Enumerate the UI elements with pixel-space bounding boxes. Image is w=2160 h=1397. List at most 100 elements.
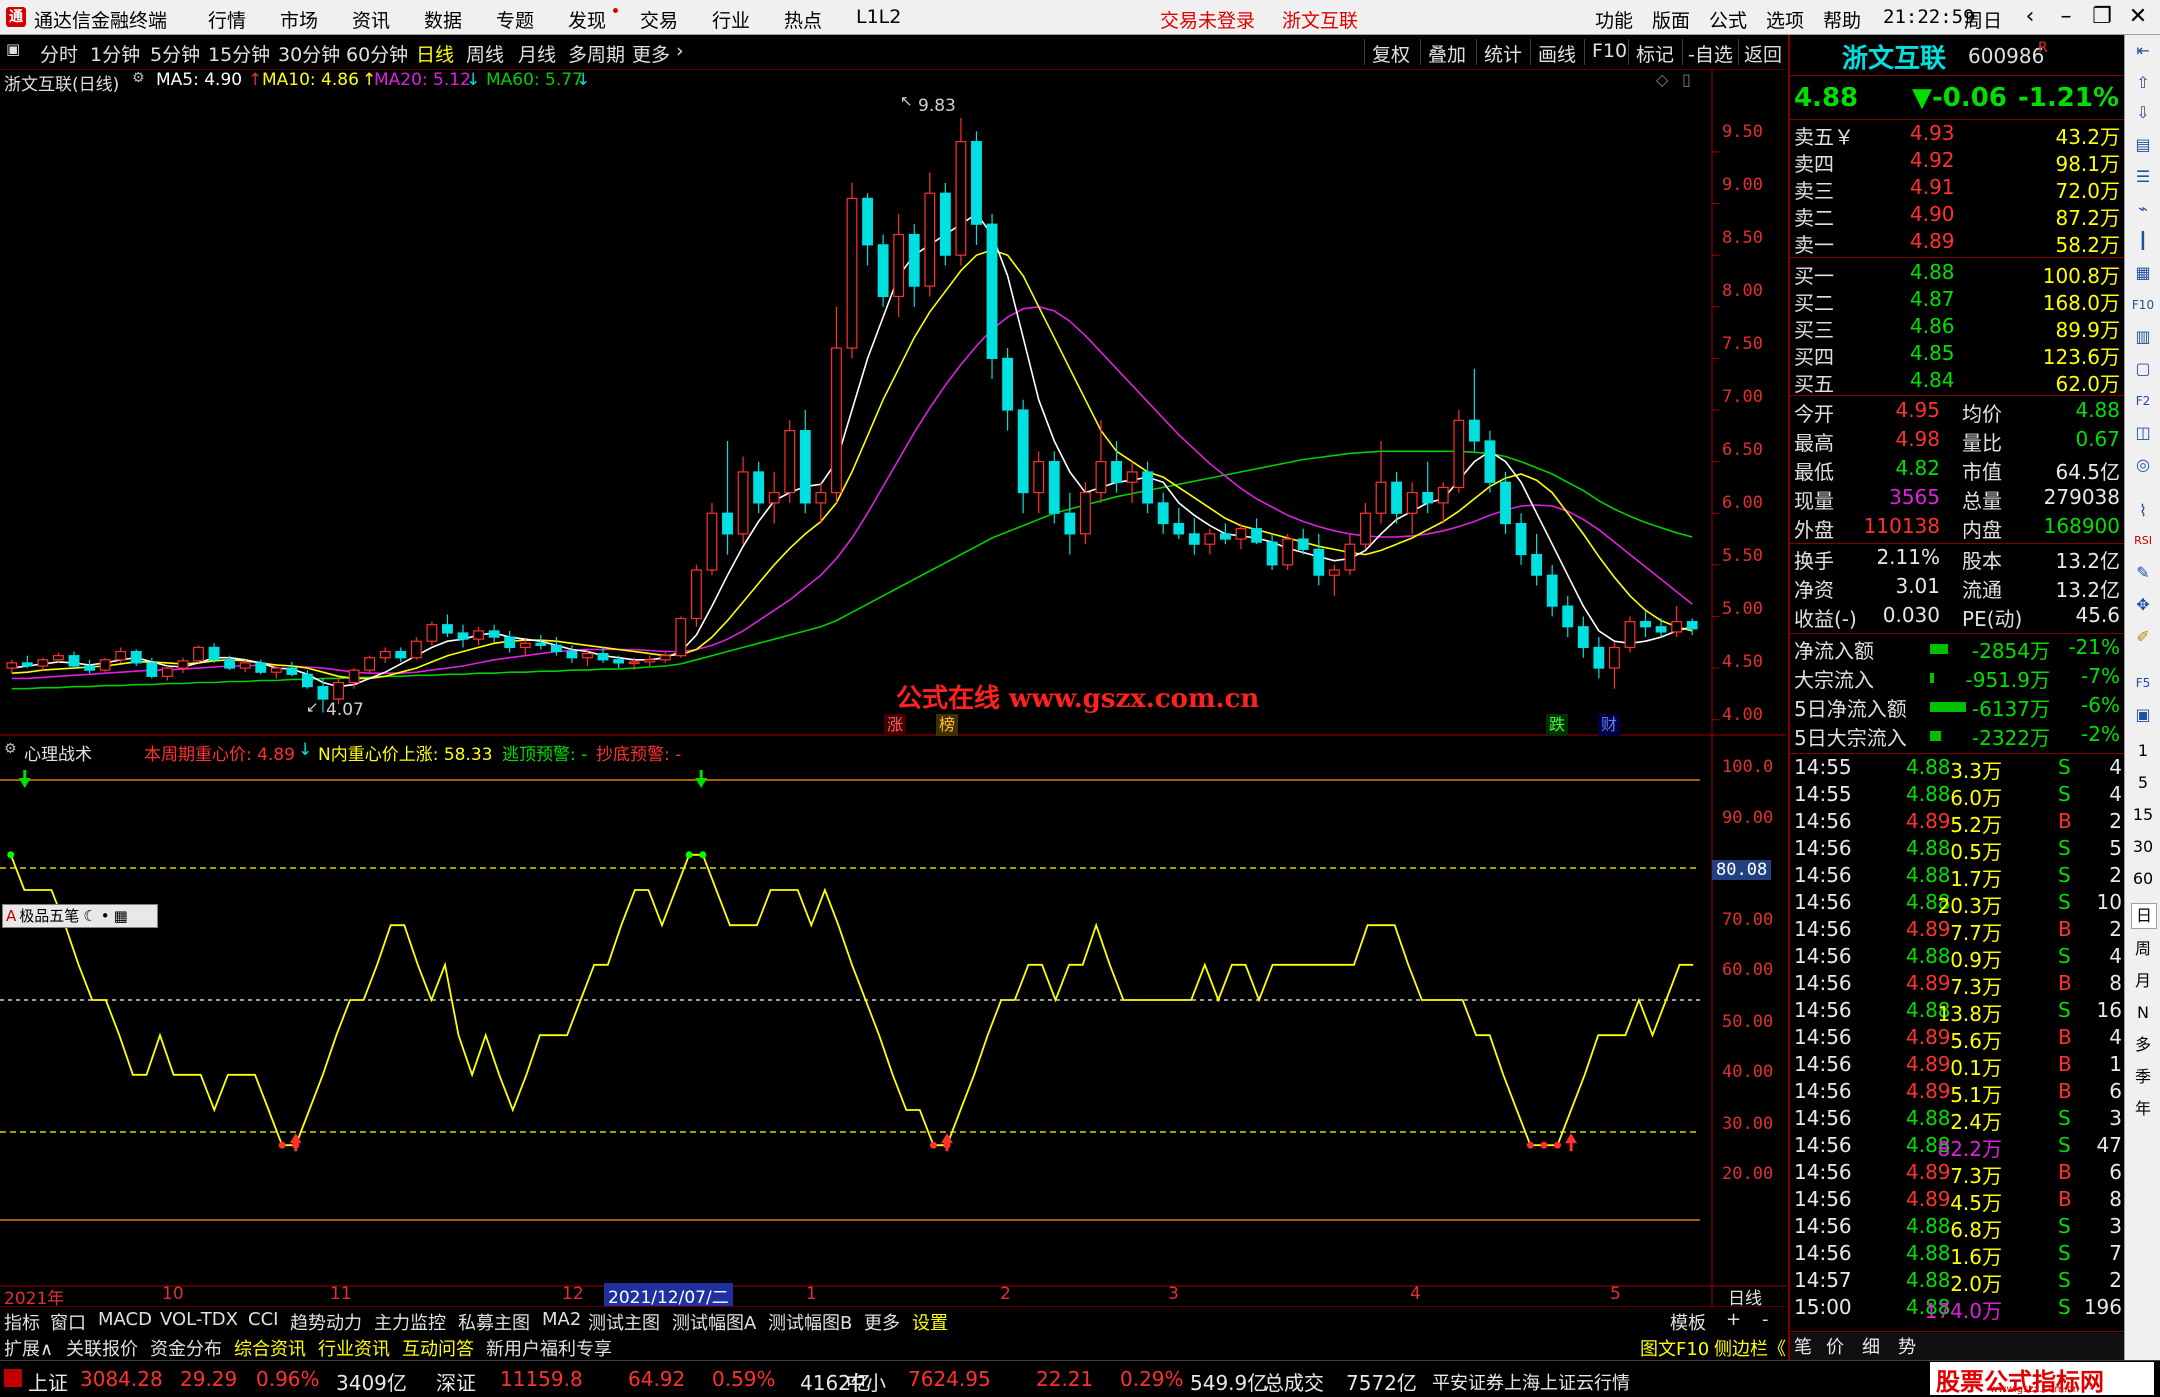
tool-fanhui[interactable]: 返回 [1744,40,1782,67]
period-fenshi[interactable]: 分时 [40,40,78,67]
sidebar-square-icon[interactable]: ◫ [2131,421,2155,445]
period-monthly[interactable]: 月线 [518,40,556,67]
menu-l1l2[interactable]: L1L2 [856,6,901,28]
tab-moban[interactable]: 模板 [1670,1309,1706,1335]
window-menu-icon[interactable]: ▣ [6,40,20,58]
tool-huaxian[interactable]: 画线 [1538,40,1576,67]
period-more[interactable]: 更多 [632,40,670,67]
sidebar-f2-icon[interactable]: F2 [2131,389,2155,413]
diamond-icon[interactable]: ◇ [1656,70,1668,89]
period-15min[interactable]: 15分钟 [208,40,270,67]
menu-xuanxiang[interactable]: 选项 [1766,6,1804,33]
login-status[interactable]: 交易未登录 [1160,6,1255,33]
tab-shezhi[interactable]: 设置 [912,1309,948,1335]
sidebar-rsi-icon[interactable]: RSI [2131,529,2155,553]
tab-ceshizhutu[interactable]: 测试主图 [588,1309,660,1335]
sidebar-collapse-icon[interactable]: ⇤ [2131,39,2155,63]
restore-icon[interactable]: ❐ [2084,2,2120,32]
event-tag-cai[interactable]: 财 [1598,714,1620,736]
period-daily[interactable]: 日线 [416,40,454,67]
sidebar-period-30[interactable]: 30 [2131,835,2155,859]
menu-jiaoyi[interactable]: 交易 [640,6,678,33]
tab-guanlianbaojia[interactable]: 关联报价 [66,1335,138,1361]
chevron-right-icon[interactable]: › [676,40,684,62]
tab-xinyonghu[interactable]: 新用户福利专享 [486,1335,612,1361]
menu-gongneng[interactable]: 功能 [1595,6,1633,33]
sidebar-window-icon[interactable]: ▣ [2131,703,2155,727]
tab-qushidongli[interactable]: 趋势动力 [290,1309,362,1335]
sidebar-period-n[interactable]: N [2131,1001,2155,1025]
tab-zhibiao[interactable]: 指标 [4,1309,40,1335]
sidebar-kline-icon[interactable]: ┃ [2131,229,2155,253]
event-tag-die[interactable]: 跌 [1546,714,1568,736]
panel-icon[interactable]: ▯ [1682,70,1691,89]
tool-fuquan[interactable]: 复权 [1372,40,1410,67]
tab-chuangkou[interactable]: 窗口 [50,1309,86,1335]
tab-zhulijiankong[interactable]: 主力监控 [374,1309,446,1335]
tool-f10[interactable]: F10 [1592,40,1627,62]
event-tag-zhang[interactable]: 涨 [884,714,906,736]
menu-redian[interactable]: 热点 [784,6,822,33]
menu-zixun[interactable]: 资讯 [352,6,390,33]
tab-hudongwenda[interactable]: 互动问答 [402,1335,474,1361]
tab-remove-button[interactable]: - [1762,1309,1769,1330]
sidebar-doc-icon[interactable]: ▢ [2131,357,2155,381]
sidebar-period-multi[interactable]: 多 [2131,1033,2155,1057]
tab-cebianlan[interactable]: 侧边栏《 [1714,1335,1786,1361]
tab-ma2[interactable]: MA2 [542,1309,581,1330]
menu-hangqing[interactable]: 行情 [208,6,246,33]
period-multi[interactable]: 多周期 [568,40,625,67]
tool-diejia[interactable]: 叠加 [1428,40,1466,67]
period-5min[interactable]: 5分钟 [150,40,200,67]
period-30min[interactable]: 30分钟 [278,40,340,67]
sidebar-indicator-icon[interactable]: ⌇ [2131,499,2155,523]
tab-cci[interactable]: CCI [248,1309,278,1330]
ime-toolbox[interactable]: A 极品五笔 ☾ • ▦ [2,904,158,928]
settings-icon[interactable]: ⚙ [132,70,145,86]
sidebar-grid-icon[interactable]: ▥ [2131,325,2155,349]
sidebar-period-day[interactable]: 日 [2131,903,2157,929]
tab-hangyezixun[interactable]: 行业资讯 [318,1335,390,1361]
sidebar-period-month[interactable]: 月 [2131,969,2155,993]
ime-dot-icon[interactable]: • [97,907,110,925]
period-weekly[interactable]: 周线 [466,40,504,67]
sidebar-period-season[interactable]: 季 [2131,1065,2155,1089]
sidebar-pen-icon[interactable]: ✐ [2131,625,2155,649]
sidebar-period-1[interactable]: 1 [2131,739,2155,763]
panel-tab-xi[interactable]: 细 [1862,1333,1880,1359]
sidebar-chart-icon[interactable]: ⌁ [2131,197,2155,221]
tab-simuzhutu[interactable]: 私募主图 [458,1309,530,1335]
sidebar-down-icon[interactable]: ⇩ [2131,101,2155,125]
menu-faxian[interactable]: 发现 [568,6,606,33]
tab-macd[interactable]: MACD [98,1309,152,1330]
sidebar-f5-icon[interactable]: F5 [2131,671,2155,695]
menu-gongshi[interactable]: 公式 [1709,6,1747,33]
tab-zijinfenbu[interactable]: 资金分布 [150,1335,222,1361]
tab-kuozhan[interactable]: 扩展∧ [4,1335,53,1361]
tab-add-button[interactable]: + [1726,1309,1741,1330]
indicator-settings-icon[interactable]: ⚙ [4,741,17,757]
tab-tuwen-f10[interactable]: 图文F10 [1640,1335,1709,1361]
sidebar-period-60[interactable]: 60 [2131,867,2155,891]
ime-moon-icon[interactable]: ☾ [79,907,96,925]
menu-shuju[interactable]: 数据 [424,6,462,33]
sidebar-up-icon[interactable]: ⇧ [2131,71,2155,95]
sidebar-circle-icon[interactable]: ◎ [2131,453,2155,477]
period-1min[interactable]: 1分钟 [90,40,140,67]
panel-tab-shi[interactable]: 势 [1898,1333,1916,1359]
sidebar-f10-icon[interactable]: F10 [2131,293,2155,317]
period-60min[interactable]: 60分钟 [346,40,408,67]
event-tag-bang[interactable]: 榜 [936,714,958,736]
sidebar-list-icon[interactable]: ☰ [2131,165,2155,189]
sidebar-period-week[interactable]: 周 [2131,937,2155,961]
sidebar-move-icon[interactable]: ✥ [2131,593,2155,617]
tab-vol-tdx[interactable]: VOL-TDX [160,1309,238,1330]
sidebar-table-icon[interactable]: ▦ [2131,261,2155,285]
tool-biaoji[interactable]: 标记 [1636,40,1674,67]
sidebar-period-15[interactable]: 15 [2131,803,2155,827]
kline-chart-area[interactable] [0,70,1786,1306]
panel-tab-jia[interactable]: 价 [1826,1333,1844,1359]
ime-keyboard-icon[interactable]: ▦ [110,907,128,925]
tab-gengduo[interactable]: 更多 [864,1309,900,1335]
menu-banmian[interactable]: 版面 [1652,6,1690,33]
